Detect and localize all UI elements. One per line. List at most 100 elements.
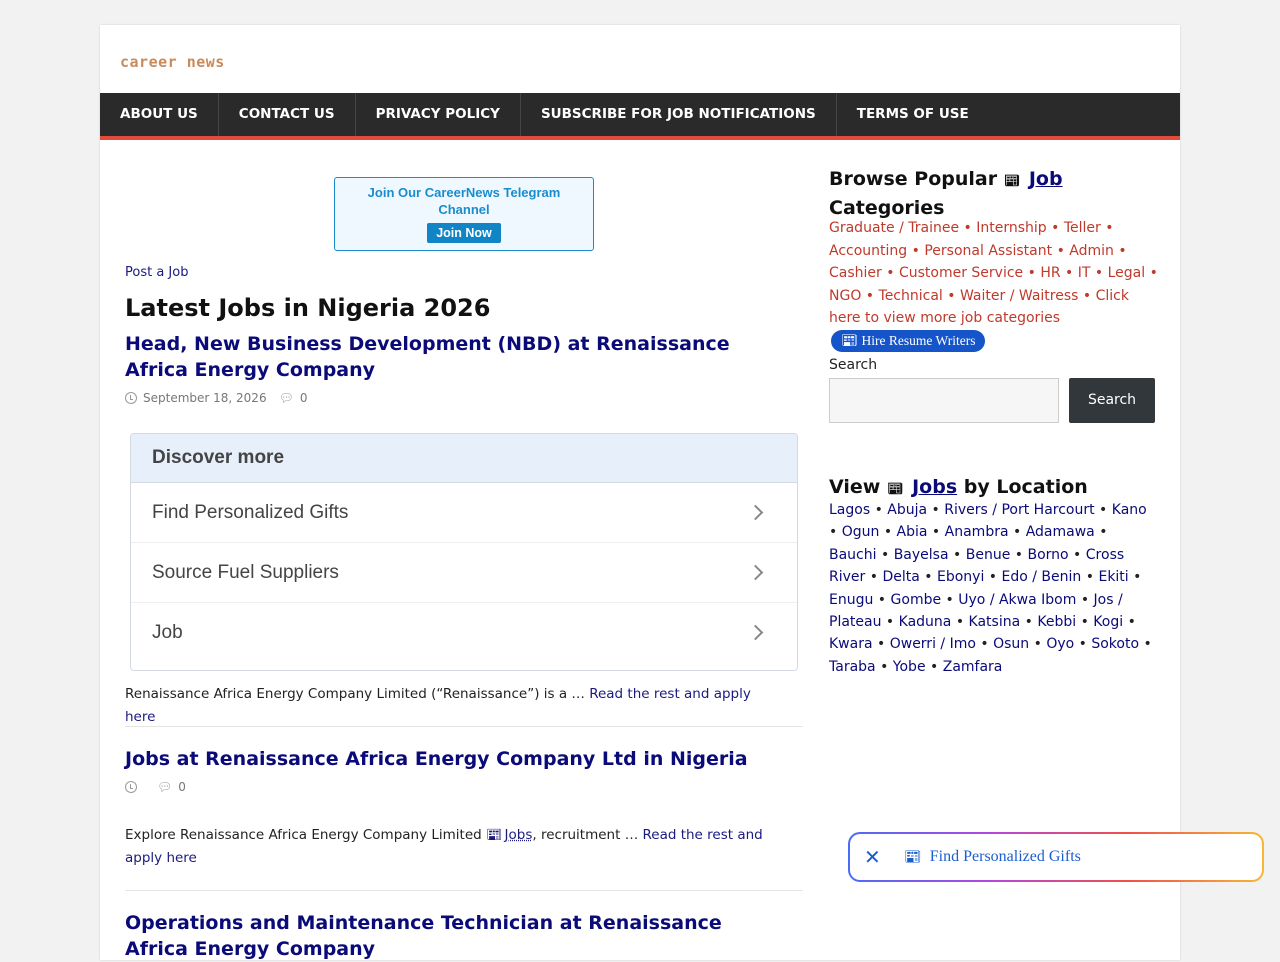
location-link[interactable]: Abuja [887,502,927,518]
location-link[interactable]: Katsina [969,614,1021,630]
post-divider [125,890,803,891]
location-link[interactable]: Yobe [893,659,926,675]
location-link[interactable]: Delta [882,569,919,585]
bullet-separator: • [919,569,937,586]
discover-item[interactable]: Source Fuel Suppliers [131,543,797,603]
telegram-banner: Join Our CareerNews Telegram Channel Joi… [334,177,594,251]
category-link[interactable]: Waiter / Waitress [960,288,1078,304]
close-icon[interactable]: ✕ [864,845,884,869]
bullet-separator: • [927,502,945,518]
category-link[interactable]: IT [1078,265,1091,281]
location-link[interactable]: Kano [1112,502,1147,518]
location-link[interactable]: Uyo / Akwa Ibom [958,592,1076,608]
search-input[interactable] [829,378,1059,423]
newspaper-icon: 📰︎ [841,332,859,348]
location-link[interactable]: Kogi [1093,614,1123,630]
category-link[interactable]: Accounting [829,243,907,259]
category-link[interactable]: Legal [1108,265,1146,281]
bullet-separator: • [941,591,959,608]
location-link[interactable]: Kaduna [899,614,952,630]
floating-bar-text[interactable]: Find Personalized Gifts [930,848,1081,866]
bullet-separator: • [1081,569,1099,586]
post-title[interactable]: Jobs at Renaissance Africa Energy Compan… [125,746,775,772]
bullet-separator: • [1074,636,1092,653]
category-link[interactable]: NGO [829,288,861,304]
location-link[interactable]: Anambra [945,524,1009,540]
chevron-right-icon [747,564,764,581]
join-now-button[interactable]: Join Now [427,223,501,243]
nav-terms-of-use[interactable]: TERMS OF USE [837,93,989,136]
location-link[interactable]: Kebbi [1037,614,1076,630]
bullet-separator: • [1020,614,1038,631]
location-link[interactable]: Ebonyi [937,569,984,585]
location-link[interactable]: Borno [1027,547,1068,563]
nav-contact-us[interactable]: CONTACT US [219,93,356,136]
bullet-separator: • [984,569,1002,586]
bullet-separator: • [1076,614,1094,631]
location-link[interactable]: Oyo [1046,636,1074,652]
category-link[interactable]: Cashier [829,265,882,281]
nav-subscribe[interactable]: SUBSCRIBE FOR JOB NOTIFICATIONS [521,93,837,136]
category-link[interactable]: Graduate / Trainee [829,220,959,236]
location-link[interactable]: Ogun [842,524,880,540]
bullet-separator: • [1008,524,1026,541]
search-button[interactable]: Search [1069,378,1155,423]
post-title[interactable]: Head, New Business Development (NBD) at … [125,331,775,383]
location-link[interactable]: Taraba [829,659,876,675]
nav-privacy-policy[interactable]: PRIVACY POLICY [356,93,521,136]
bullet-separator: • [1076,591,1094,608]
bullet-separator: • [1094,524,1108,541]
job-link[interactable]: Job [1029,168,1063,190]
location-link[interactable]: Edo / Benin [1002,569,1082,585]
hire-resume-writers-button[interactable]: 📰︎ Hire Resume Writers [831,329,986,352]
newspaper-icon: 📰︎ [486,828,503,843]
location-link[interactable]: Osun [993,636,1029,652]
comment-count[interactable]: 0 [178,780,186,794]
chevron-right-icon [747,504,764,521]
bullet-separator: • [876,546,894,563]
location-link[interactable]: Owerri / Imo [890,636,976,652]
location-link[interactable]: Sokoto [1091,636,1139,652]
post-title[interactable]: Operations and Maintenance Technician at… [125,910,775,962]
location-link[interactable]: Enugu [829,592,873,608]
location-link[interactable]: Gombe [891,592,942,608]
location-link[interactable]: Abia [897,524,928,540]
location-link[interactable]: Bauchi [829,547,877,563]
post-a-job-link[interactable]: Post a Job [125,265,188,280]
search-label: Search [829,357,878,373]
page-title: Latest Jobs in Nigeria 2026 [125,294,491,322]
discover-item[interactable]: Job [131,603,797,663]
bullet-separator: • [925,658,943,675]
discover-item[interactable]: Find Personalized Gifts [131,483,797,543]
location-link[interactable]: Zamfara [943,659,1003,675]
comment-count[interactable]: 0 [300,391,308,405]
category-link[interactable]: Admin [1069,243,1114,259]
location-link[interactable]: Rivers / Port Harcourt [944,502,1094,518]
bullet-separator: • [870,502,888,518]
site-logo[interactable]: career news [120,53,225,71]
location-link[interactable]: Kwara [829,636,873,652]
category-link[interactable]: Internship [976,220,1046,236]
bullet-separator: • [829,524,842,541]
nav-about-us[interactable]: ABOUT US [100,93,219,136]
location-link[interactable]: Bayelsa [894,547,949,563]
location-link[interactable]: Adamawa [1026,524,1095,540]
location-link[interactable]: Lagos [829,502,870,518]
bullet-separator: • [948,546,966,563]
post-divider [125,726,803,727]
location-link[interactable]: Benue [966,547,1011,563]
location-list: Lagos • Abuja • Rivers / Port Harcourt •… [829,499,1159,678]
category-link[interactable]: Teller [1064,220,1101,236]
bullet-separator: • [975,636,994,653]
bullet-separator: • [872,636,890,653]
jobs-link[interactable]: Jobs [505,827,533,843]
jobs-link[interactable]: Jobs [912,476,957,498]
bullet-separator: • [873,591,891,608]
excerpt-text: Renaissance Africa Energy Company Limite… [125,686,585,702]
category-link[interactable]: Technical [879,288,943,304]
category-link[interactable]: HR [1040,265,1060,281]
category-link[interactable]: Customer Service [899,265,1023,281]
category-link[interactable]: Personal Assistant [924,243,1052,259]
location-link[interactable]: Ekiti [1098,569,1128,585]
bullet-separator: • [1068,546,1086,563]
